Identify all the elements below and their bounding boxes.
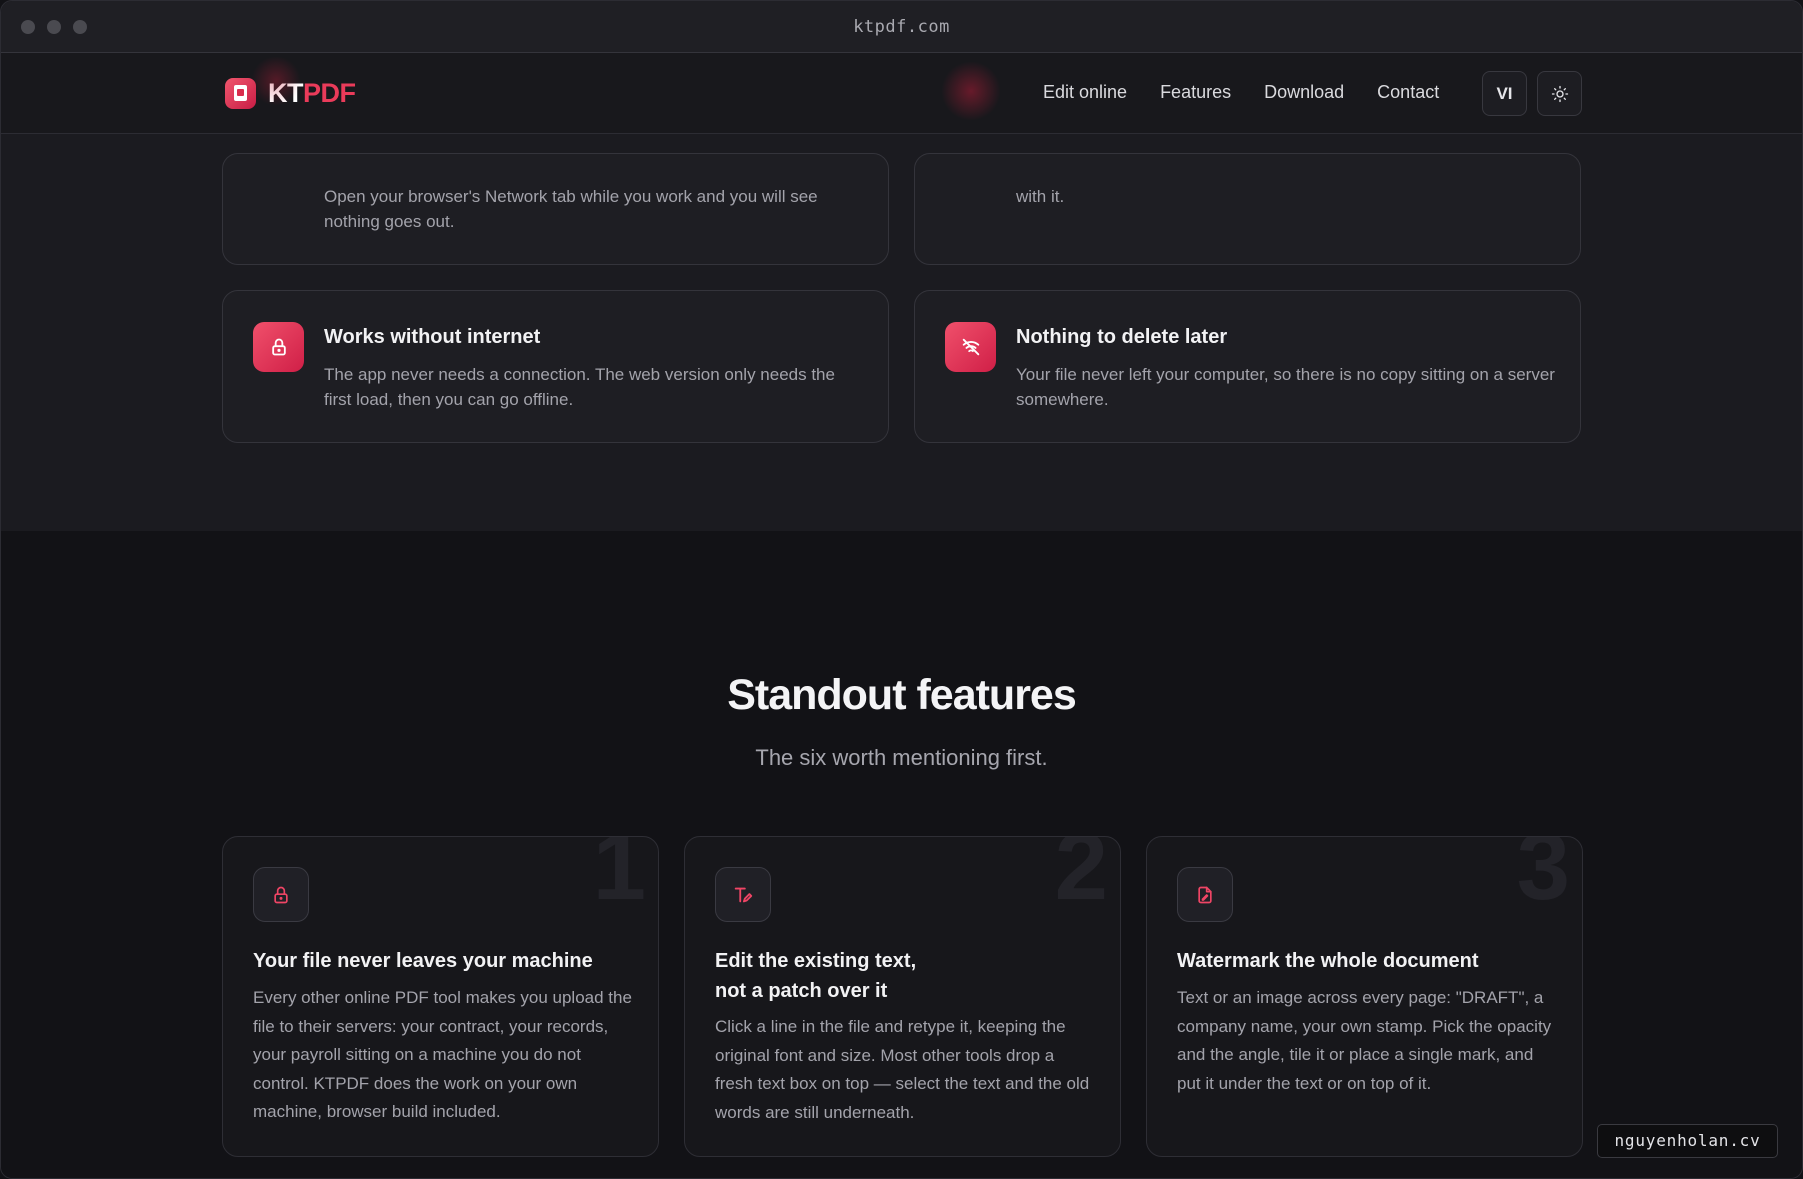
- privacy-card-network-desc: Open your browser's Network tab while yo…: [324, 187, 818, 231]
- feature-card-2: 2 Edit the existing text, not a patch ov…: [684, 836, 1121, 1157]
- feature-card-number: 3: [1516, 836, 1570, 920]
- privacy-card-nothing-to-delete-desc: Your file never left your computer, so t…: [1016, 365, 1555, 409]
- feature-card-title: Watermark the whole document: [1177, 950, 1479, 972]
- privacy-card-offline-title: Works without internet: [324, 326, 541, 348]
- site-header: KTPDF Edit online Features Download Cont…: [1, 53, 1802, 134]
- nav-link-features[interactable]: Features: [1160, 82, 1231, 103]
- nav-link-edit-online[interactable]: Edit online: [1043, 82, 1127, 103]
- nav-link-contact[interactable]: Contact: [1377, 82, 1439, 103]
- sun-icon: [1551, 85, 1568, 102]
- lock-icon: [253, 322, 304, 372]
- language-toggle-button[interactable]: VI: [1482, 71, 1527, 116]
- lock-icon: [253, 867, 309, 922]
- brand-logo-link[interactable]: KTPDF: [225, 78, 356, 109]
- standout-features-subtitle: The six worth mentioning first.: [755, 745, 1048, 770]
- brand-name: KTPDF: [268, 78, 356, 108]
- feature-card-3: 3 Watermark the whole document Text or a…: [1146, 836, 1583, 1157]
- address-bar[interactable]: ktpdf.com: [1, 1, 1802, 53]
- ktpdf-logo-icon: [225, 78, 256, 109]
- file-signature-icon: [1177, 867, 1233, 922]
- watermark-badge: nguyenholan.cv: [1597, 1124, 1778, 1158]
- privacy-card-network: Open your browser's Network tab while yo…: [222, 153, 889, 265]
- privacy-card-other-desc: with it.: [1016, 187, 1065, 206]
- privacy-card-offline: Works without internet The app never nee…: [222, 290, 889, 443]
- privacy-card-nothing-to-delete: Nothing to delete later Your file never …: [914, 290, 1581, 443]
- browser-window: ktpdf.com Open your browser's Network ta…: [0, 0, 1803, 1179]
- feature-card-1: 1 Your file never leaves your machine Ev…: [222, 836, 659, 1157]
- title-bar: ktpdf.com: [1, 1, 1802, 53]
- feature-card-number: 2: [1054, 836, 1108, 920]
- theme-toggle-button[interactable]: [1537, 71, 1582, 116]
- privacy-card-other: with it.: [914, 153, 1581, 265]
- privacy-card-nothing-to-delete-title: Nothing to delete later: [1016, 326, 1228, 348]
- nav-link-download[interactable]: Download: [1264, 82, 1344, 103]
- feature-card-title-line1: Edit the existing text,: [715, 950, 917, 972]
- cloud-off-icon: [945, 322, 996, 372]
- nav-links: Edit online Features Download Contact: [1043, 82, 1439, 103]
- standout-features-title: Standout features: [727, 671, 1077, 719]
- feature-card-title-line2: not a patch over it: [715, 980, 888, 1002]
- feature-card-desc: Text or an image across every page: "DRA…: [1177, 988, 1552, 1093]
- feature-card-title: Your file never leaves your machine: [253, 950, 593, 972]
- feature-card-title: Edit the existing text, not a patch over…: [715, 946, 1095, 1006]
- text-edit-icon: [715, 867, 771, 922]
- feature-card-desc: Click a line in the file and retype it, …: [715, 1017, 1090, 1122]
- feature-card-number: 1: [592, 836, 646, 920]
- feature-card-desc: Every other online PDF tool makes you up…: [253, 988, 632, 1121]
- privacy-card-offline-desc: The app never needs a connection. The we…: [324, 365, 835, 409]
